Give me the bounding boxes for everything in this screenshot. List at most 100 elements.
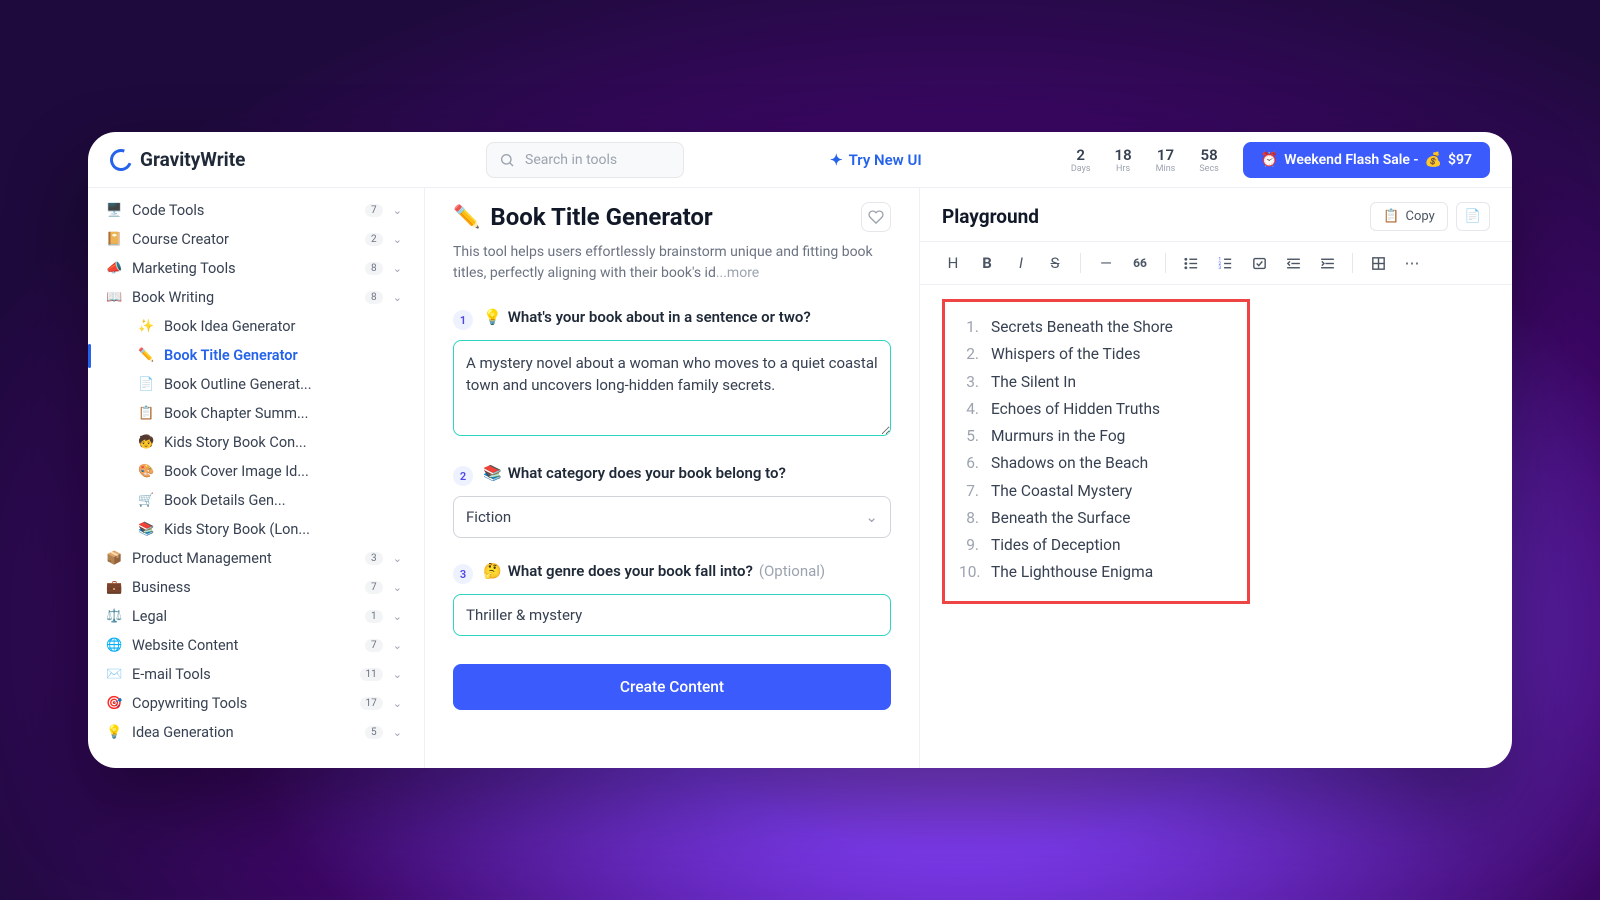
item-icon: 📋 <box>138 406 154 421</box>
sidebar-item[interactable]: 🎯Copywriting Tools17⌄ <box>88 689 424 718</box>
sidebar[interactable]: 🖥️Code Tools7⌄📔Course Creator2⌄📣Marketin… <box>88 188 425 768</box>
item-label: Product Management <box>132 550 355 567</box>
count-badge: 17 <box>360 697 383 710</box>
result-item[interactable]: 2.Whispers of the Tides <box>959 341 1233 368</box>
bullet-list-button[interactable] <box>1176 248 1206 278</box>
result-item[interactable]: 7.The Coastal Mystery <box>959 478 1233 505</box>
hr-button[interactable]: — <box>1091 248 1121 278</box>
favorite-button[interactable] <box>861 202 891 232</box>
sidebar-item[interactable]: 💡Idea Generation5⌄ <box>88 718 424 747</box>
chevron-down-icon: ⌄ <box>393 262 402 275</box>
checklist-button[interactable] <box>1244 248 1274 278</box>
results-list: 1.Secrets Beneath the Shore2.Whispers of… <box>959 314 1233 587</box>
sidebar-item[interactable]: 📣Marketing Tools8⌄ <box>88 254 424 283</box>
count-badge: 11 <box>360 668 383 681</box>
sidebar-item[interactable]: 🎨 Book Cover Image Id... <box>128 457 424 486</box>
count-badge: 2 <box>365 233 383 246</box>
strike-button[interactable]: S <box>1040 248 1070 278</box>
genre-input[interactable] <box>453 594 891 636</box>
item-icon: ✨ <box>138 319 154 334</box>
sidebar-item[interactable]: 📚Kids Story Book (Lon... <box>128 515 424 544</box>
result-item[interactable]: 5.Murmurs in the Fog <box>959 423 1233 450</box>
item-label: Course Creator <box>132 231 355 248</box>
indent-button[interactable] <box>1312 248 1342 278</box>
playground-body[interactable]: 1.Secrets Beneath the Shore2.Whispers of… <box>920 285 1512 768</box>
flash-sale-button[interactable]: ⏰ Weekend Flash Sale - 💰 $97 <box>1243 142 1490 178</box>
item-label: Book Cover Image Id... <box>164 463 402 480</box>
count-badge: 8 <box>365 291 383 304</box>
book-about-input[interactable] <box>453 340 891 436</box>
item-label: Book Details Gen... <box>164 492 402 509</box>
step-number: 1 <box>453 310 473 330</box>
search-input[interactable]: Search in tools <box>486 142 684 178</box>
export-button[interactable]: 📄 <box>1456 202 1490 231</box>
result-item[interactable]: 8.Beneath the Surface <box>959 505 1233 532</box>
item-icon: 🎨 <box>138 464 154 479</box>
result-item[interactable]: 9.Tides of Deception <box>959 532 1233 559</box>
sidebar-item[interactable]: 🧒Kids Story Book Con... <box>128 428 424 457</box>
chevron-down-icon: ⌄ <box>865 508 878 526</box>
sidebar-item[interactable]: 🛒Book Details Gen... <box>128 486 424 515</box>
sidebar-item[interactable]: 📄Book Outline Generat... <box>128 370 424 399</box>
copy-button[interactable]: 📋 Copy <box>1370 202 1447 231</box>
count-badge: 7 <box>365 204 383 217</box>
sidebar-item[interactable]: 💼Business7⌄ <box>88 573 424 602</box>
heading-button[interactable]: H <box>938 248 968 278</box>
item-icon: 📖 <box>106 290 122 305</box>
sidebar-item[interactable]: ⚖️Legal1⌄ <box>88 602 424 631</box>
item-label: Book Outline Generat... <box>164 376 402 393</box>
item-label: Business <box>132 579 355 596</box>
tool-title-row: ✏️ Book Title Generator <box>453 202 891 232</box>
item-label: Website Content <box>132 637 355 654</box>
results-highlight-box: 1.Secrets Beneath the Shore2.Whispers of… <box>942 299 1250 604</box>
result-item[interactable]: 10.The Lighthouse Enigma <box>959 559 1233 586</box>
item-label: Book Writing <box>132 289 355 306</box>
italic-button[interactable]: I <box>1006 248 1036 278</box>
sparkle-icon: ✦ <box>830 151 843 169</box>
step-number: 2 <box>453 466 473 486</box>
count-badge: 1 <box>365 610 383 623</box>
result-item[interactable]: 6.Shadows on the Beach <box>959 450 1233 477</box>
copy-label: Copy <box>1406 209 1435 224</box>
question-1: 1 💡What's your book about in a sentence … <box>453 308 891 440</box>
result-item[interactable]: 1.Secrets Beneath the Shore <box>959 314 1233 341</box>
category-select[interactable]: Fiction ⌄ <box>453 496 891 538</box>
flash-text: Weekend Flash Sale - <box>1284 152 1418 168</box>
editor-toolbar: H B I S — 66 123 ⋯ <box>920 241 1512 285</box>
more-link[interactable]: ...more <box>716 265 759 281</box>
result-item[interactable]: 3.The Silent In <box>959 369 1233 396</box>
countdown: 2Days18Hrs17Mins58Secs <box>1063 144 1227 176</box>
ordered-list-button[interactable]: 123 <box>1210 248 1240 278</box>
outdent-button[interactable] <box>1278 248 1308 278</box>
tool-description: This tool helps users effortlessly brain… <box>453 242 891 284</box>
item-label: Book Idea Generator <box>164 318 402 335</box>
bold-button[interactable]: B <box>972 248 1002 278</box>
create-content-button[interactable]: Create Content <box>453 664 891 710</box>
item-icon: ✏️ <box>138 348 154 363</box>
sidebar-item[interactable]: 📋Book Chapter Summ... <box>128 399 424 428</box>
form-panel: ✏️ Book Title Generator This tool helps … <box>425 188 920 768</box>
sidebar-item[interactable]: 🌐Website Content7⌄ <box>88 631 424 660</box>
item-label: Idea Generation <box>132 724 355 741</box>
quote-button[interactable]: 66 <box>1125 248 1155 278</box>
table-button[interactable] <box>1363 248 1393 278</box>
try-new-ui-link[interactable]: ✦ Try New UI <box>830 151 922 169</box>
count-badge: 8 <box>365 262 383 275</box>
item-label: Kids Story Book Con... <box>164 434 402 451</box>
item-icon: 📚 <box>138 522 154 537</box>
sidebar-item[interactable]: ✨ Book Idea Generator <box>128 312 424 341</box>
sidebar-item[interactable]: 📖Book Writing8⌄ <box>88 283 424 312</box>
result-item[interactable]: 4.Echoes of Hidden Truths <box>959 396 1233 423</box>
sidebar-item[interactable]: ✉️E-mail Tools11⌄ <box>88 660 424 689</box>
alarm-icon: ⏰ <box>1261 152 1278 168</box>
count-badge: 5 <box>365 726 383 739</box>
chevron-down-icon: ⌄ <box>393 581 402 594</box>
sidebar-item[interactable]: ✏️ Book Title Generator <box>128 341 424 370</box>
sidebar-item[interactable]: 🖥️Code Tools7⌄ <box>88 196 424 225</box>
sidebar-item[interactable]: 📦Product Management3⌄ <box>88 544 424 573</box>
logo[interactable]: GravityWrite <box>110 148 310 171</box>
sidebar-item[interactable]: 📔Course Creator2⌄ <box>88 225 424 254</box>
chevron-down-icon: ⌄ <box>393 697 402 710</box>
more-button[interactable]: ⋯ <box>1397 248 1427 278</box>
item-label: Book Title Generator <box>164 347 402 364</box>
